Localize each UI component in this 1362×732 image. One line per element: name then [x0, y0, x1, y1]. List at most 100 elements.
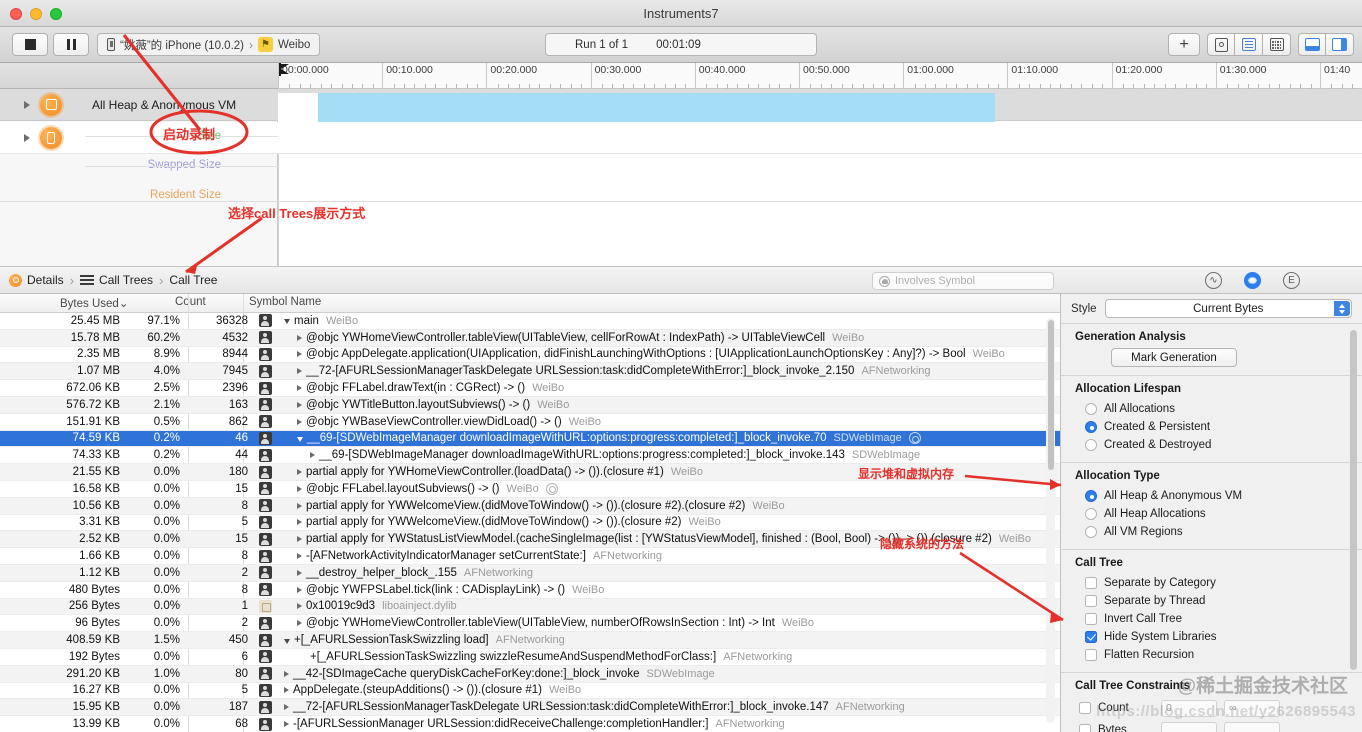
- table-row[interactable]: 16.27 KB 0.0% 5 AppDelegate.(steupAdditions…: [0, 683, 1060, 700]
- table-row[interactable]: 15.78 MB 60.2% 4532 @objc YWHomeViewControl…: [0, 329, 1060, 347]
- disclosure-closed-icon[interactable]: [297, 536, 302, 543]
- extended-detail-tab[interactable]: E: [1283, 272, 1300, 289]
- alloc-type-option-all-heap[interactable]: All Heap Allocations: [1075, 505, 1362, 523]
- table-row[interactable]: 192 Bytes 0.0% 6 +[_AFURLSessionTaskSwizzli…: [0, 649, 1060, 666]
- constraint-row-count[interactable]: Count 0 ∞: [1075, 697, 1362, 719]
- call-tree-flatten-recursion[interactable]: Flatten Recursion: [1075, 646, 1362, 664]
- column-header-symbol-name[interactable]: Symbol Name: [249, 296, 321, 308]
- disclosure-closed-icon[interactable]: [310, 452, 315, 459]
- table-row[interactable]: 151.91 KB 0.5% 862 @objc YWBaseViewControll…: [0, 414, 1060, 431]
- bytes-min-input[interactable]: [1161, 721, 1217, 732]
- table-row[interactable]: 10.56 KB 0.0% 8 partial apply for YWWelcome…: [0, 497, 1060, 515]
- list-view-button[interactable]: [1235, 33, 1263, 56]
- disclosure-closed-icon[interactable]: [297, 519, 302, 526]
- bottom-panel-toggle[interactable]: [1298, 33, 1326, 56]
- stop-button[interactable]: [12, 33, 48, 56]
- call-tree-separate-by-thread[interactable]: Separate by Thread: [1075, 592, 1362, 610]
- disclosure-closed-icon[interactable]: [297, 385, 302, 392]
- disclosure-closed-icon[interactable]: [297, 368, 302, 375]
- breadcrumb-call-tree[interactable]: Call Tree: [169, 273, 217, 287]
- library-button[interactable]: [1207, 33, 1235, 56]
- table-row[interactable]: 576.72 KB 2.1% 163 @objc YWTitleButton.layo…: [0, 396, 1060, 414]
- table-scrollbar[interactable]: [1046, 318, 1055, 723]
- symbol-module: WeiBo: [781, 617, 815, 630]
- cell-bytes-used: 408.59 KB: [66, 634, 120, 647]
- table-row[interactable]: 13.99 KB 0.0% 68 -[AFURLSessionManager URLS…: [0, 716, 1060, 732]
- disclosure-closed-icon[interactable]: [297, 553, 302, 560]
- table-row[interactable]: 672.06 KB 2.5% 2396 @objc FFLabel.drawText(…: [0, 380, 1060, 397]
- display-settings-tab[interactable]: [1244, 272, 1261, 289]
- target-device-selector[interactable]: “姚薇”的 iPhone (10.0.2) › ⚑ Weibo: [97, 33, 321, 56]
- call-tree-hide-system-libraries[interactable]: Hide System Libraries: [1075, 628, 1362, 646]
- timeline-ruler[interactable]: 00:00.000 00:10.000 00:20.000 00:30.000 00:4…: [278, 63, 1362, 89]
- call-tree-invert-call-tree[interactable]: Invert Call Tree: [1075, 610, 1362, 628]
- alloc-type-option-all-heap-anon-vm[interactable]: All Heap & Anonymous VM: [1075, 487, 1362, 505]
- table-row[interactable]: 480 Bytes 0.0% 8 @objc YWFPSLabel.tick(link…: [0, 582, 1060, 599]
- symbol-text: @objc AppDelegate.application(UIApplicat…: [306, 348, 966, 361]
- disclosure-closed-icon[interactable]: [284, 670, 289, 677]
- table-row[interactable]: 291.20 KB 1.0% 80 __42-[SDImageCache queryD…: [0, 665, 1060, 683]
- disclosure-closed-icon[interactable]: [297, 469, 302, 476]
- disclosure-closed-icon[interactable]: [297, 620, 302, 627]
- table-row[interactable]: 74.33 KB 0.2% 44 __69-[SDWebImageManager do…: [0, 447, 1060, 465]
- table-row[interactable]: 15.95 KB 0.0% 187 __72-[AFURLSessionManager…: [0, 699, 1060, 717]
- bytes-max-input[interactable]: [1224, 721, 1280, 732]
- disclosure-closed-icon[interactable]: [297, 401, 302, 408]
- track-row-all-heap[interactable]: All Heap & Anonymous VM: [0, 89, 1362, 137]
- pause-button[interactable]: [53, 33, 89, 56]
- disclosure-closed-icon[interactable]: [297, 603, 302, 610]
- recording-options-tab[interactable]: ∿: [1205, 272, 1222, 289]
- disclosure-closed-icon[interactable]: [297, 351, 302, 358]
- cell-count: 6: [241, 650, 248, 663]
- table-row[interactable]: 74.59 KB 0.2% 46 __69-[SDWebImageManager do…: [0, 430, 1060, 448]
- breadcrumb-call-trees[interactable]: Call Trees: [80, 273, 153, 287]
- playhead-marker[interactable]: [279, 63, 290, 76]
- count-max-input[interactable]: ∞: [1224, 699, 1280, 717]
- inspector-scrollbar[interactable]: [1350, 330, 1357, 720]
- table-row[interactable]: 2.35 MB 8.9% 8944 @objc AppDelegate.applica…: [0, 347, 1060, 364]
- disclosure-closed-icon[interactable]: [284, 721, 289, 728]
- disclosure-closed-icon[interactable]: [297, 334, 302, 341]
- constraint-row-bytes[interactable]: Bytes: [1075, 719, 1362, 732]
- disclosure-triangle-icon[interactable]: [24, 100, 30, 109]
- call-tree-separate-by-category[interactable]: Separate by Category: [1075, 574, 1362, 592]
- table-row[interactable]: 25.45 MB 97.1% 36328 main WeiBo: [0, 313, 1060, 330]
- style-dropdown[interactable]: Current Bytes: [1104, 299, 1352, 318]
- disclosure-closed-icon[interactable]: [297, 502, 302, 509]
- grid-view-button[interactable]: [1263, 33, 1291, 56]
- right-panel-toggle[interactable]: [1326, 33, 1354, 56]
- table-row[interactable]: 3.31 KB 0.0% 5 partial apply for YWWelcomeV…: [0, 515, 1060, 532]
- table-row[interactable]: 1.07 MB 4.0% 7945 __72-[AFURLSessionManager…: [0, 363, 1060, 381]
- table-row[interactable]: 1.12 KB 0.0% 2 __destroy_helper_block_.155 A…: [0, 564, 1060, 582]
- call-tree-table-body[interactable]: 25.45 MB 97.1% 36328 main WeiBo 15.78 MB 60.2%…: [0, 313, 1060, 732]
- symbol-module: AFNetworking: [463, 566, 533, 579]
- lifespan-option-created-persistent[interactable]: Created & Persistent: [1075, 418, 1362, 436]
- involves-symbol-search[interactable]: Involves Symbol: [872, 272, 1054, 290]
- symbol-info-badge-icon[interactable]: [908, 432, 921, 445]
- alloc-type-option-all-vm-regions[interactable]: All VM Regions: [1075, 523, 1362, 541]
- disclosure-closed-icon[interactable]: [297, 569, 302, 576]
- disclosure-open-icon[interactable]: [284, 319, 290, 325]
- breadcrumb-details[interactable]: Details: [9, 273, 64, 287]
- table-row[interactable]: 96 Bytes 0.0% 2 @objc YWHomeViewController.…: [0, 615, 1060, 633]
- disclosure-closed-icon[interactable]: [297, 485, 302, 492]
- lifespan-option-all-allocations[interactable]: All Allocations: [1075, 400, 1362, 418]
- table-row[interactable]: 256 Bytes 0.0% 1 0x10019c9d3 liboainject.dyl…: [0, 598, 1060, 616]
- table-row[interactable]: 16.58 KB 0.0% 15 @objc FFLabel.layoutSubvie…: [0, 481, 1060, 498]
- symbol-info-badge-icon[interactable]: [545, 482, 558, 495]
- column-header-bytes-used[interactable]: Bytes Used⌄: [60, 296, 128, 310]
- disclosure-open-icon[interactable]: [297, 436, 303, 442]
- table-row[interactable]: 408.59 KB 1.5% 450 +[_AFURLSessionTaskSwizz…: [0, 632, 1060, 649]
- cell-bytes-percent: 0.0%: [153, 684, 180, 697]
- lifespan-option-created-destroyed[interactable]: Created & Destroyed: [1075, 436, 1362, 454]
- ruler-tick-group: 00:10.000: [382, 63, 486, 89]
- disclosure-closed-icon[interactable]: [297, 586, 302, 593]
- column-header-count[interactable]: Count: [175, 296, 206, 308]
- disclosure-closed-icon[interactable]: [284, 704, 289, 711]
- count-min-input[interactable]: 0: [1161, 699, 1217, 717]
- mark-generation-button[interactable]: Mark Generation: [1111, 348, 1237, 367]
- disclosure-closed-icon[interactable]: [284, 687, 289, 694]
- disclosure-open-icon[interactable]: [284, 638, 290, 644]
- add-instrument-button[interactable]: +: [1168, 33, 1200, 56]
- disclosure-closed-icon[interactable]: [297, 418, 302, 425]
